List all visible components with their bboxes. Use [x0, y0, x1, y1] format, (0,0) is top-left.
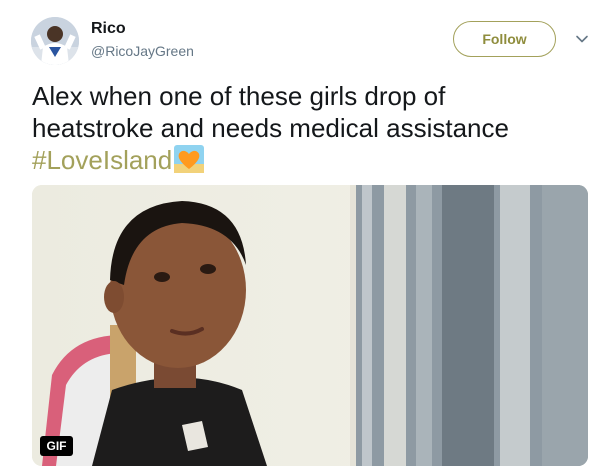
tweet-card: Rico @RicoJayGreen Follow Alex when one … [0, 0, 600, 474]
tweet-text-line-3: #LoveIsland [32, 144, 577, 176]
tweet-text-line-1: Alex when one of these girls drop of [32, 81, 446, 111]
avatar-image [31, 17, 79, 65]
hashtag-link[interactable]: #LoveIsland [32, 145, 172, 175]
heart-emoji-icon [174, 145, 205, 173]
gif-frame [32, 185, 588, 466]
tweet-text-line-2: heatstroke and needs medical assistance [32, 113, 509, 143]
user-handle[interactable]: @RicoJayGreen [91, 43, 194, 59]
chevron-down-icon[interactable] [574, 31, 590, 47]
display-name[interactable]: Rico [91, 20, 126, 38]
avatar[interactable] [31, 17, 79, 65]
gif-media[interactable] [32, 185, 588, 466]
follow-button[interactable]: Follow [453, 21, 556, 57]
tweet-text: Alex when one of these girls drop of hea… [32, 80, 577, 176]
gif-badge: GIF [40, 436, 73, 456]
